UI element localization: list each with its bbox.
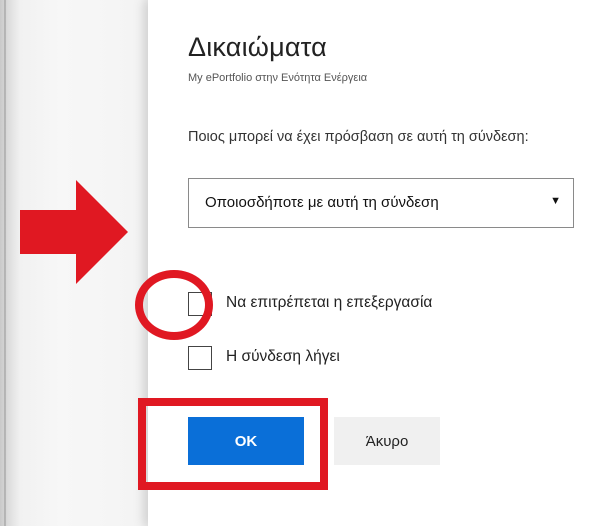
link-expires-checkbox[interactable] <box>188 346 212 370</box>
dialog-title: Δικαιώματα <box>188 32 327 62</box>
cancel-button[interactable]: Άκυρο <box>334 417 440 465</box>
arrow-right-icon <box>20 180 128 284</box>
access-select-value: Οποιοσδήποτε με αυτή τη σύνδεση <box>205 194 439 211</box>
allow-editing-label: Να επιτρέπεται η επεξεργασία <box>226 294 433 311</box>
background-divider <box>4 0 6 526</box>
screen: Δικαιώματα My ePortfolio στην Ενότητα Εν… <box>0 0 590 526</box>
access-select[interactable]: Οποιοσδήποτε με αυτή τη σύνδεση ▼ <box>188 178 574 228</box>
access-question-label: Ποιος μπορεί να έχει πρόσβαση σε αυτή τη… <box>188 129 529 145</box>
dropdown-caret-icon: ▼ <box>550 195 561 207</box>
rect-highlight <box>138 398 328 490</box>
link-expires-label: Η σύνδεση λήγει <box>226 348 340 365</box>
circle-highlight <box>135 270 213 340</box>
dialog-subtitle: My ePortfolio στην Ενότητα Ενέργεια <box>188 72 368 84</box>
